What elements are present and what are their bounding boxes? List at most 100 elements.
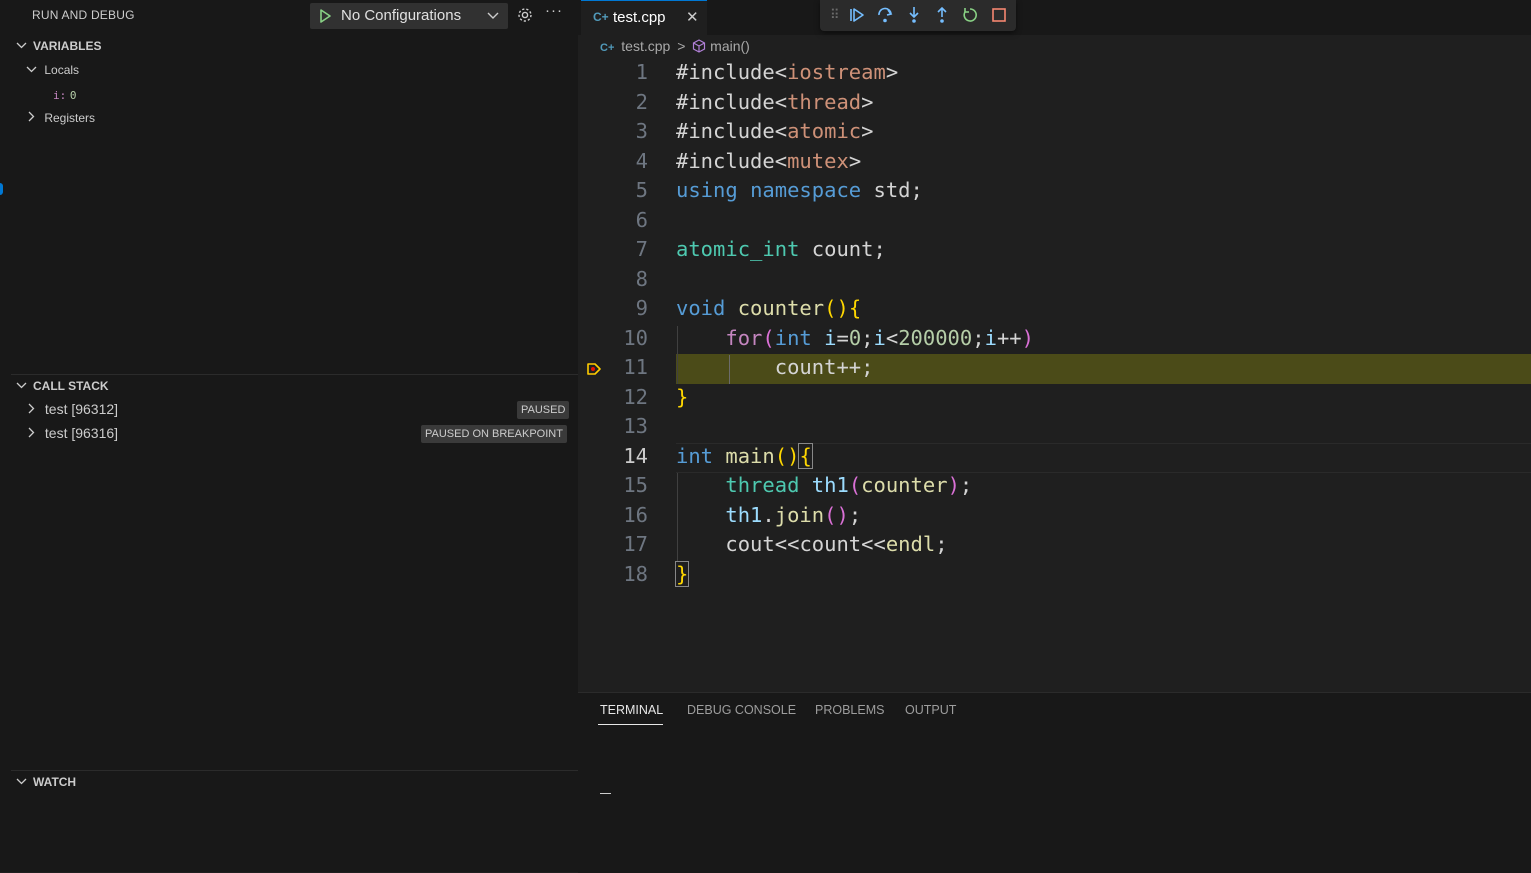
code-token: namespace [750,178,862,202]
step-out-icon[interactable] [933,6,951,24]
close-icon[interactable]: ✕ [686,8,699,26]
code-token: ++; [836,355,874,379]
code-token: std; [861,178,923,202]
chevron-down-icon [26,66,37,73]
gear-icon[interactable] [516,6,534,24]
code-line[interactable]: cout<<count<<endl; [676,530,947,560]
code-token: > [848,149,862,173]
code-token: count; [799,237,886,261]
code-token: . [762,503,775,527]
code-line[interactable]: #include<thread> [676,88,874,118]
chevron-down-icon [16,379,28,393]
section-divider [11,770,578,771]
code-token: < [774,149,788,173]
cube-icon [693,39,706,53]
line-number: 3 [635,119,648,143]
code-line[interactable]: for(int i=0;i<200000;i++) [676,324,1034,354]
tab-terminal[interactable]: TERMINAL [600,703,663,717]
chevron-right-icon [28,111,35,122]
code-line[interactable]: count++; [676,353,874,383]
tab-debug-console[interactable]: DEBUG CONSOLE [687,703,796,717]
code-token: void [676,296,726,320]
terminal-cursor[interactable] [600,793,611,794]
start-debugging-icon[interactable] [318,8,332,24]
registers-scope[interactable]: Registers [27,111,95,125]
code-token: for [725,326,763,350]
grip-icon[interactable]: ⠿ [830,7,839,23]
locals-scope[interactable]: Locals [26,63,79,77]
code-line[interactable]: } [676,383,688,413]
step-into-icon[interactable] [905,6,923,24]
code-line[interactable]: using namespace std; [676,176,923,206]
code-token: th1 [811,473,849,497]
code-line[interactable]: int main(){ [676,442,813,472]
code-token: endl [885,532,936,556]
code-token: > [861,90,874,114]
variable-row[interactable]: i: 0 [53,87,77,102]
thread-item[interactable]: test [96316] [27,425,118,441]
breadcrumb: C+ test.cpp > main() [600,38,753,54]
continue-icon[interactable] [848,6,866,24]
watch-header-label: WATCH [33,775,77,789]
code-token: i [873,326,886,350]
line-number: 16 [623,503,648,527]
line-number: 5 [635,178,648,202]
line-number: 14 [623,444,648,468]
breadcrumb-file[interactable]: test.cpp [621,38,670,54]
code-token: join [774,503,825,527]
code-token: mutex [787,149,849,173]
code-token: counter [861,473,948,497]
editor-tab-bar [578,0,1531,35]
code-line[interactable]: } [674,560,690,590]
code-token: atomic_int [676,237,800,261]
stop-icon[interactable] [990,6,1008,24]
line-number: 4 [635,149,648,173]
variable-name: i: [53,89,67,102]
code-token: ) [1021,326,1034,350]
code-token: th1 [725,503,763,527]
code-token: () [774,444,800,468]
tab-problems[interactable]: PROBLEMS [815,703,884,717]
watch-section-header[interactable]: WATCH [16,775,76,789]
tab-output[interactable]: OUTPUT [905,703,956,717]
thread-label: test [96316] [44,425,119,441]
code-line[interactable]: #include<atomic> [676,117,874,147]
code-token: cout [725,532,775,556]
chevron-down-icon [16,775,28,789]
call-stack-section-header[interactable]: CALL STACK [16,379,109,393]
active-indicator [0,183,3,195]
tab-label: test.cpp [613,9,666,26]
code-line[interactable]: th1.join(); [676,501,861,531]
code-token: ++ [996,326,1022,350]
code-line[interactable]: #include<mutex> [676,147,861,177]
code-line[interactable]: void counter(){ [676,294,861,324]
variable-value: 0 [69,89,77,102]
more-actions-icon[interactable]: ··· [545,2,563,19]
code-token: 0 [848,326,862,350]
code-token: thread [787,90,862,114]
variables-section-header[interactable]: VARIABLES [16,39,101,53]
code-token: } [676,385,689,409]
code-token: } [674,561,690,587]
code-token: ; [861,326,874,350]
configuration-dropdown[interactable]: No Configurations [310,3,508,29]
line-number: 1 [635,60,648,84]
editor-tab[interactable]: C+ test.cpp ✕ [581,0,707,36]
restart-icon[interactable] [961,6,979,24]
code-token: #include [676,60,775,84]
variables-header-label: VARIABLES [33,39,102,53]
line-number: 9 [635,296,648,320]
code-token: i [984,326,997,350]
code-token: main [725,444,775,468]
code-line[interactable]: #include<iostream> [676,58,898,88]
thread-status-badge: PAUSED ON BREAKPOINT [421,425,567,443]
code-line[interactable]: atomic_int count; [676,235,886,265]
code-token: { [798,443,813,469]
breadcrumb-symbol[interactable]: main() [710,38,750,54]
cpp-file-icon: C+ [600,42,615,54]
step-over-icon[interactable] [876,6,894,24]
code-line[interactable]: thread th1(counter); [676,471,972,501]
thread-item[interactable]: test [96312] [27,401,118,417]
